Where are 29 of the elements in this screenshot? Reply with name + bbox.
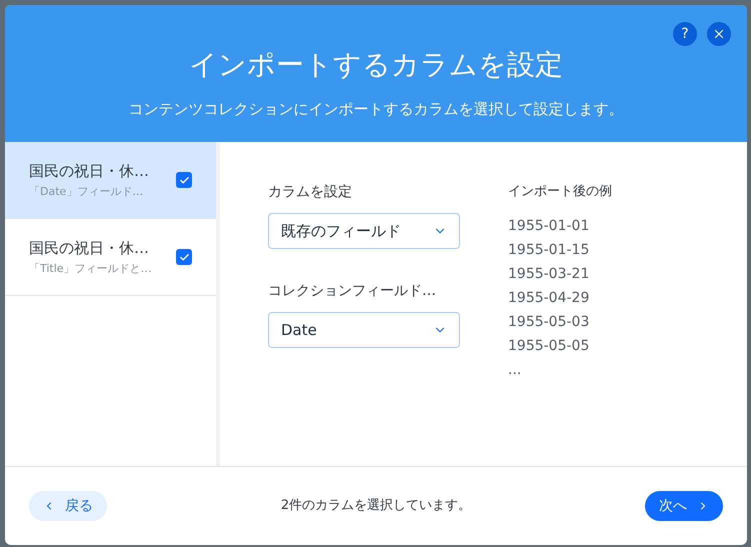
preview-heading: インポート後の例: [508, 183, 612, 201]
field-label: カラムを設定: [268, 183, 353, 202]
column-description: 「Date」フィールド…: [29, 184, 144, 200]
preview-value: 1955-05-05: [508, 336, 590, 356]
checkmark-icon: [178, 174, 190, 186]
checkmark-icon: [178, 252, 190, 262]
back-button[interactable]: 戻る: [29, 491, 107, 521]
preview-value: ...: [508, 360, 522, 380]
preview-value: 1955-04-29: [508, 288, 590, 308]
help-button[interactable]: ?: [673, 22, 697, 46]
dialog-title: インポートするカラムを設定: [189, 47, 563, 83]
field-label: コレクションフィールド…: [268, 282, 437, 301]
dropdown[interactable]: 既存のフィールド: [268, 213, 460, 249]
selection-status: 2件のカラムを選択しています。: [280, 497, 472, 516]
column-name: 国民の祝日・休…: [29, 160, 150, 182]
checkbox[interactable]: [176, 249, 192, 265]
preview-value: 1955-03-21: [508, 264, 590, 284]
dialog-subtitle: コンテンツコレクションにインポートするカラムを選択して設定します。: [128, 99, 624, 119]
preview-value: 1955-05-03: [508, 312, 590, 332]
checkbox[interactable]: [176, 172, 192, 188]
column-name: 国民の祝日・休…: [29, 238, 150, 258]
next-button[interactable]: 次へ: [645, 491, 723, 521]
column-item[interactable]: 国民の祝日・休… 「Date」フィールド…: [5, 142, 216, 219]
close-icon: [712, 27, 726, 41]
column-description: 「Title」フィールドと…: [29, 261, 153, 277]
preview-value: 1955-01-01: [508, 216, 590, 236]
close-button[interactable]: [707, 22, 731, 46]
dropdown[interactable]: Date: [268, 312, 460, 348]
preview-value: 1955-01-15: [508, 240, 590, 260]
